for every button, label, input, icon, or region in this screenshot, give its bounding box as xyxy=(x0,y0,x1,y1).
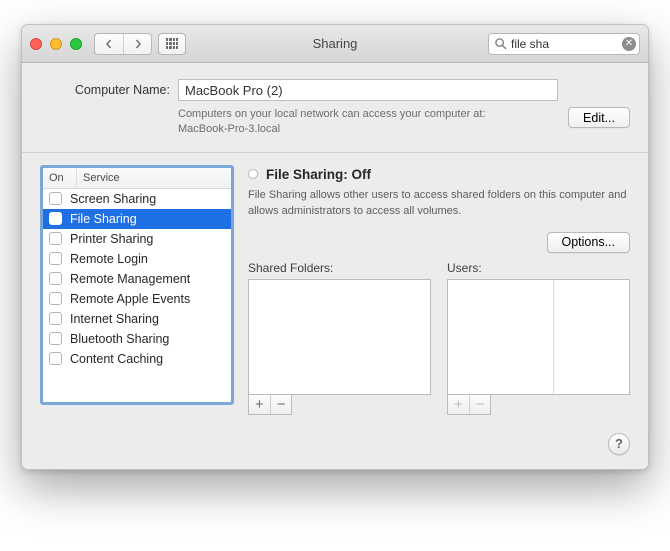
minimize-window-button[interactable] xyxy=(50,38,62,50)
help-button[interactable]: ? xyxy=(608,433,630,455)
footer: ? xyxy=(22,433,648,469)
service-label: Bluetooth Sharing xyxy=(70,332,169,346)
service-checkbox[interactable] xyxy=(49,252,62,265)
close-window-button[interactable] xyxy=(30,38,42,50)
service-label: Internet Sharing xyxy=(70,312,159,326)
users-list[interactable] xyxy=(447,279,630,395)
service-checkbox[interactable] xyxy=(49,292,62,305)
service-row[interactable]: Screen Sharing xyxy=(43,189,231,209)
show-all-button[interactable] xyxy=(158,33,186,55)
status-row: File Sharing: Off xyxy=(248,167,630,182)
service-row[interactable]: Printer Sharing xyxy=(43,229,231,249)
computer-name-section: Computer Name: Computers on your local n… xyxy=(22,63,648,153)
note-line2: MacBook-Pro-3.local xyxy=(178,123,280,135)
computer-name-label: Computer Name: xyxy=(40,79,170,97)
service-checkbox[interactable] xyxy=(49,232,62,245)
service-checkbox[interactable] xyxy=(49,192,62,205)
search-input[interactable] xyxy=(488,33,640,55)
shared-folders-controls: + − xyxy=(248,395,292,415)
service-label: Remote Management xyxy=(70,272,190,286)
service-label: File Sharing xyxy=(70,212,137,226)
service-row[interactable]: Bluetooth Sharing xyxy=(43,329,231,349)
chevron-right-icon xyxy=(133,39,143,49)
service-label: Remote Apple Events xyxy=(70,292,190,306)
grid-icon xyxy=(166,38,178,50)
service-row[interactable]: File Sharing xyxy=(43,209,231,229)
services-col-service[interactable]: Service xyxy=(77,168,231,188)
users-controls: + − xyxy=(447,395,491,415)
services-list[interactable]: Screen Sharing File Sharing Printer Sharin… xyxy=(43,189,231,402)
clear-search-button[interactable]: ✕ xyxy=(622,37,636,51)
preferences-window: Sharing ✕ Computer Name: Computers on yo… xyxy=(21,24,649,470)
service-row[interactable]: Remote Login xyxy=(43,249,231,269)
service-row[interactable]: Remote Management xyxy=(43,269,231,289)
shared-folders-label: Shared Folders: xyxy=(248,261,431,275)
service-detail-pane: File Sharing: Off File Sharing allows ot… xyxy=(248,165,630,415)
options-button[interactable]: Options... xyxy=(547,232,631,253)
services-header: On Service xyxy=(43,168,231,189)
service-checkbox[interactable] xyxy=(49,352,62,365)
service-checkbox[interactable] xyxy=(49,272,62,285)
chevron-left-icon xyxy=(104,39,114,49)
search-field-wrap: ✕ xyxy=(488,33,640,55)
service-row[interactable]: Internet Sharing xyxy=(43,309,231,329)
computer-name-note: Computers on your local network can acce… xyxy=(178,107,558,138)
users-column: Users: + − xyxy=(447,261,630,415)
nav-back-forward xyxy=(94,33,152,55)
users-label: Users: xyxy=(447,261,630,275)
zoom-window-button[interactable] xyxy=(70,38,82,50)
forward-button[interactable] xyxy=(123,34,151,54)
services-col-on[interactable]: On xyxy=(43,168,77,188)
note-line1: Computers on your local network can acce… xyxy=(178,108,486,120)
remove-shared-folder-button[interactable]: − xyxy=(270,395,292,414)
search-icon xyxy=(493,37,507,51)
service-label: Screen Sharing xyxy=(70,192,156,206)
window-controls xyxy=(30,38,82,50)
service-row[interactable]: Remote Apple Events xyxy=(43,289,231,309)
service-checkbox[interactable] xyxy=(49,332,62,345)
status-description: File Sharing allows other users to acces… xyxy=(248,188,628,220)
status-indicator-icon xyxy=(248,169,258,179)
titlebar: Sharing ✕ xyxy=(22,25,648,63)
service-checkbox[interactable] xyxy=(49,212,62,225)
remove-user-button[interactable]: − xyxy=(469,395,491,414)
service-row[interactable]: Content Caching xyxy=(43,349,231,369)
services-panel: On Service Screen Sharing File Sharing Pri… xyxy=(40,165,234,405)
add-shared-folder-button[interactable]: + xyxy=(249,395,270,414)
service-label: Content Caching xyxy=(70,352,163,366)
shared-folders-list[interactable] xyxy=(248,279,431,395)
add-user-button[interactable]: + xyxy=(448,395,469,414)
main-content: On Service Screen Sharing File Sharing Pri… xyxy=(22,153,648,433)
edit-hostname-button[interactable]: Edit... xyxy=(568,107,630,128)
status-title: File Sharing: Off xyxy=(266,167,371,182)
service-checkbox[interactable] xyxy=(49,312,62,325)
service-label: Remote Login xyxy=(70,252,148,266)
shared-folders-column: Shared Folders: + − xyxy=(248,261,431,415)
back-button[interactable] xyxy=(95,34,123,54)
computer-name-input[interactable] xyxy=(178,79,558,101)
service-label: Printer Sharing xyxy=(70,232,153,246)
